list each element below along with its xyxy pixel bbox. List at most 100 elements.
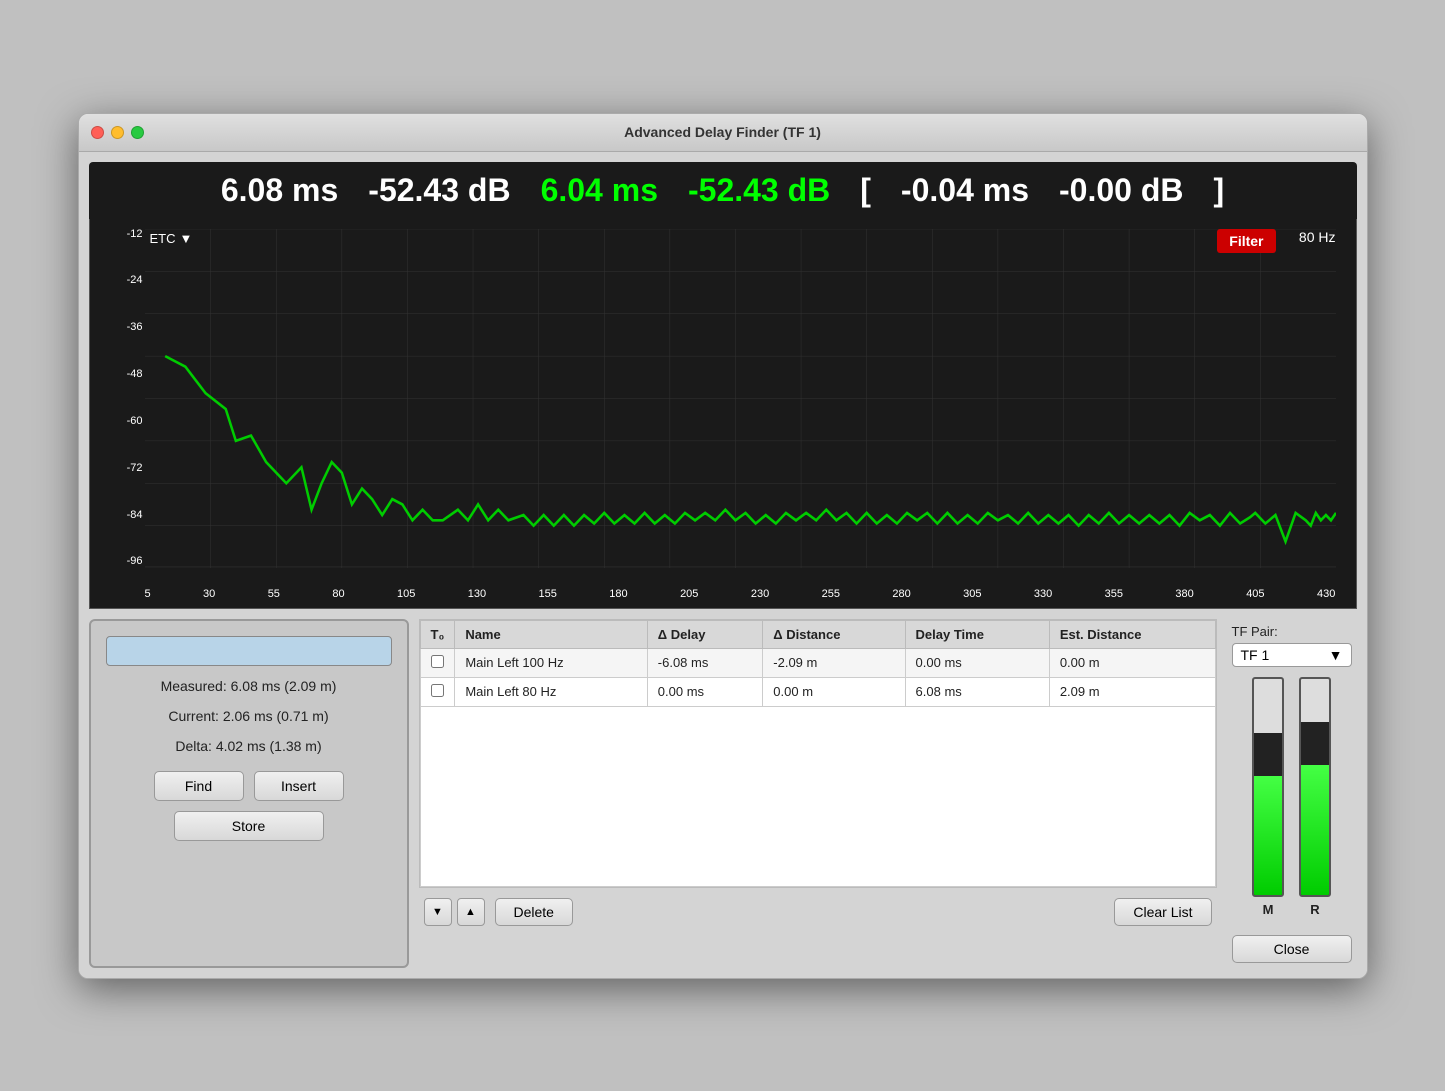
x-label-330: 330 [1034,588,1052,600]
y-label-12: -12 [127,229,143,240]
table-empty-row [420,706,1215,886]
find-insert-row: Find Insert [106,771,392,801]
r-meter-white [1301,679,1329,722]
delta-row: Delta: 4.02 ms (1.38 m) [106,736,392,756]
bracket-close: ] [1213,172,1224,209]
x-label-30: 30 [203,588,215,600]
maximize-traffic-light[interactable] [131,126,144,139]
x-label-105: 105 [397,588,415,600]
table-wrapper: T₀ Name Δ Delay Δ Distance Delay Time Es… [419,619,1217,888]
x-label-180: 180 [609,588,627,600]
main-content: 6.08 ms -52.43 dB 6.04 ms -52.43 dB [ -0… [79,152,1367,978]
table-row: Main Left 80 Hz 0.00 ms 0.00 m 6.08 ms 2… [420,677,1215,706]
delta-label: Delta: [175,738,212,754]
col-header-to: T₀ [420,620,455,648]
filter-button[interactable]: Filter [1217,229,1275,253]
x-axis: 5 30 55 80 105 130 155 180 205 230 255 2… [145,588,1336,600]
row1-checkbox[interactable] [420,648,455,677]
r-meter-wrap: R [1299,677,1331,917]
meters-container: M R [1252,677,1331,917]
x-label-405: 405 [1246,588,1264,600]
table-area: T₀ Name Δ Delay Δ Distance Delay Time Es… [419,619,1217,968]
col-header-name: Name [455,620,647,648]
x-label-155: 155 [539,588,557,600]
traffic-lights [91,126,144,139]
insert-button[interactable]: Insert [254,771,344,801]
current-value: 2.06 ms (0.71 m) [223,708,329,724]
delete-button[interactable]: Delete [495,898,573,926]
etc-label: ETC ▼ [150,231,193,246]
row2-est-distance: 2.09 m [1049,677,1215,706]
x-label-305: 305 [963,588,981,600]
r-label: R [1310,902,1319,917]
tf-pair-dropdown[interactable]: TF 1 ▼ [1232,643,1352,667]
right-panel: TF Pair: TF 1 ▼ M [1227,619,1357,968]
row1-delay-time: 0.00 ms [905,648,1049,677]
etc-text: ETC [150,231,176,246]
left-panel: Measured: 6.08 ms (2.09 m) Current: 2.06… [89,619,409,968]
col-header-delta-distance: Δ Distance [763,620,905,648]
measured-row: Measured: 6.08 ms (2.09 m) [106,676,392,696]
delay-header: 6.08 ms -52.43 dB 6.04 ms -52.43 dB [ -0… [89,162,1357,219]
find-button[interactable]: Find [154,771,244,801]
close-traffic-light[interactable] [91,126,104,139]
m-label: M [1263,902,1274,917]
x-label-430: 430 [1317,588,1335,600]
x-label-380: 380 [1175,588,1193,600]
move-up-button[interactable]: ▲ [457,898,485,926]
move-down-button[interactable]: ▼ [424,898,452,926]
checkbox-row1[interactable] [431,655,444,668]
delay-input[interactable] [106,636,392,666]
x-label-230: 230 [751,588,769,600]
db2-value: -52.43 dB [688,172,830,209]
x-label-255: 255 [822,588,840,600]
delay3-value: -0.04 ms [901,172,1029,209]
col-header-delta-delay: Δ Delay [647,620,763,648]
db3-value: -0.00 dB [1059,172,1183,209]
minimize-traffic-light[interactable] [111,126,124,139]
col-header-est-distance: Est. Distance [1049,620,1215,648]
col-header-delay-time: Delay Time [905,620,1049,648]
measured-value: 6.08 ms (2.09 m) [231,678,337,694]
row1-delta-distance: -2.09 m [763,648,905,677]
row1-name: Main Left 100 Hz [455,648,647,677]
row2-delta-distance: 0.00 m [763,677,905,706]
m-meter-wrap: M [1252,677,1284,917]
y-label-48: -48 [127,369,143,380]
x-label-130: 130 [468,588,486,600]
empty-cell [420,706,1215,886]
checkbox-row2[interactable] [431,684,444,697]
x-label-55: 55 [268,588,280,600]
clear-list-button[interactable]: Clear List [1114,898,1211,926]
x-label-205: 205 [680,588,698,600]
db1-value: -52.43 dB [368,172,510,209]
close-button[interactable]: Close [1232,935,1352,963]
filter-freq: 80 Hz [1299,229,1336,245]
bottom-panel: Measured: 6.08 ms (2.09 m) Current: 2.06… [89,619,1357,968]
r-meter-fill [1301,765,1329,895]
etc-dropdown-icon[interactable]: ▼ [180,231,193,246]
row2-delta-delay: 0.00 ms [647,677,763,706]
window-title: Advanced Delay Finder (TF 1) [624,124,821,140]
store-row: Store [106,811,392,841]
row2-delay-time: 6.08 ms [905,677,1049,706]
y-label-60: -60 [127,416,143,427]
measured-label: Measured: [161,678,227,694]
delay1-value: 6.08 ms [221,172,338,209]
row1-delta-delay: -6.08 ms [647,648,763,677]
table-row: Main Left 100 Hz -6.08 ms -2.09 m 0.00 m… [420,648,1215,677]
m-meter-fill [1254,776,1282,895]
store-button[interactable]: Store [174,811,324,841]
m-meter [1252,677,1284,897]
table-footer: ▼ ▲ Delete Clear List [419,893,1217,931]
y-label-36: -36 [127,322,143,333]
row1-est-distance: 0.00 m [1049,648,1215,677]
delta-value: 4.02 ms (1.38 m) [216,738,322,754]
row2-checkbox[interactable] [420,677,455,706]
x-label-280: 280 [892,588,910,600]
chart-container: -12 -24 -36 -48 -60 -72 -84 -96 ETC ▼ Fi… [89,219,1357,609]
data-table: T₀ Name Δ Delay Δ Distance Delay Time Es… [420,620,1216,887]
y-label-24: -24 [127,275,143,286]
etc-chart [145,229,1336,568]
row2-name: Main Left 80 Hz [455,677,647,706]
